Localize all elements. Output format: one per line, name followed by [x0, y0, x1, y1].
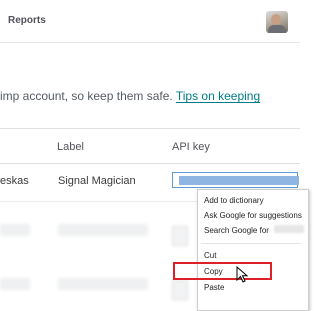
- column-header-label: Label: [57, 141, 84, 153]
- row-name: eskas: [0, 175, 29, 187]
- menu-separator: [201, 243, 301, 244]
- table-header: Label API key: [0, 128, 300, 164]
- blurred-row-mid: [58, 278, 148, 290]
- tips-link[interactable]: Tips on keeping: [176, 89, 260, 103]
- blurred-api-field: [172, 226, 188, 246]
- menu-item-cut[interactable]: Cut: [204, 251, 216, 260]
- info-message: imp account, so keep them safe.: [0, 89, 176, 103]
- info-text: imp account, so keep them safe. Tips on …: [0, 89, 260, 103]
- copy-highlight-box: [173, 262, 272, 280]
- top-bar: Reports: [0, 0, 300, 43]
- menu-item-add-to-dictionary[interactable]: Add to dictionary: [204, 196, 264, 205]
- mouse-pointer-icon: [236, 266, 249, 283]
- nav-reports[interactable]: Reports: [8, 15, 46, 26]
- column-header-api-key: API key: [172, 141, 210, 153]
- api-key-selection: [179, 176, 299, 185]
- blurred-row-mid: [58, 224, 148, 236]
- blurred-search-term: [274, 225, 304, 233]
- menu-item-search-google[interactable]: Search Google for: [204, 226, 269, 235]
- api-key-field[interactable]: [172, 172, 299, 188]
- avatar[interactable]: [266, 11, 288, 33]
- avatar-body: [268, 25, 286, 33]
- blurred-row-left: [0, 224, 30, 236]
- blurred-api-field: [172, 280, 188, 300]
- menu-item-ask-google[interactable]: Ask Google for suggestions: [204, 211, 302, 220]
- row-label: Signal Magician: [58, 175, 136, 187]
- context-menu: Add to dictionary Ask Google for suggest…: [197, 189, 309, 311]
- blurred-row-left: [0, 278, 30, 290]
- avatar-head: [271, 14, 281, 25]
- menu-item-paste[interactable]: Paste: [204, 283, 224, 292]
